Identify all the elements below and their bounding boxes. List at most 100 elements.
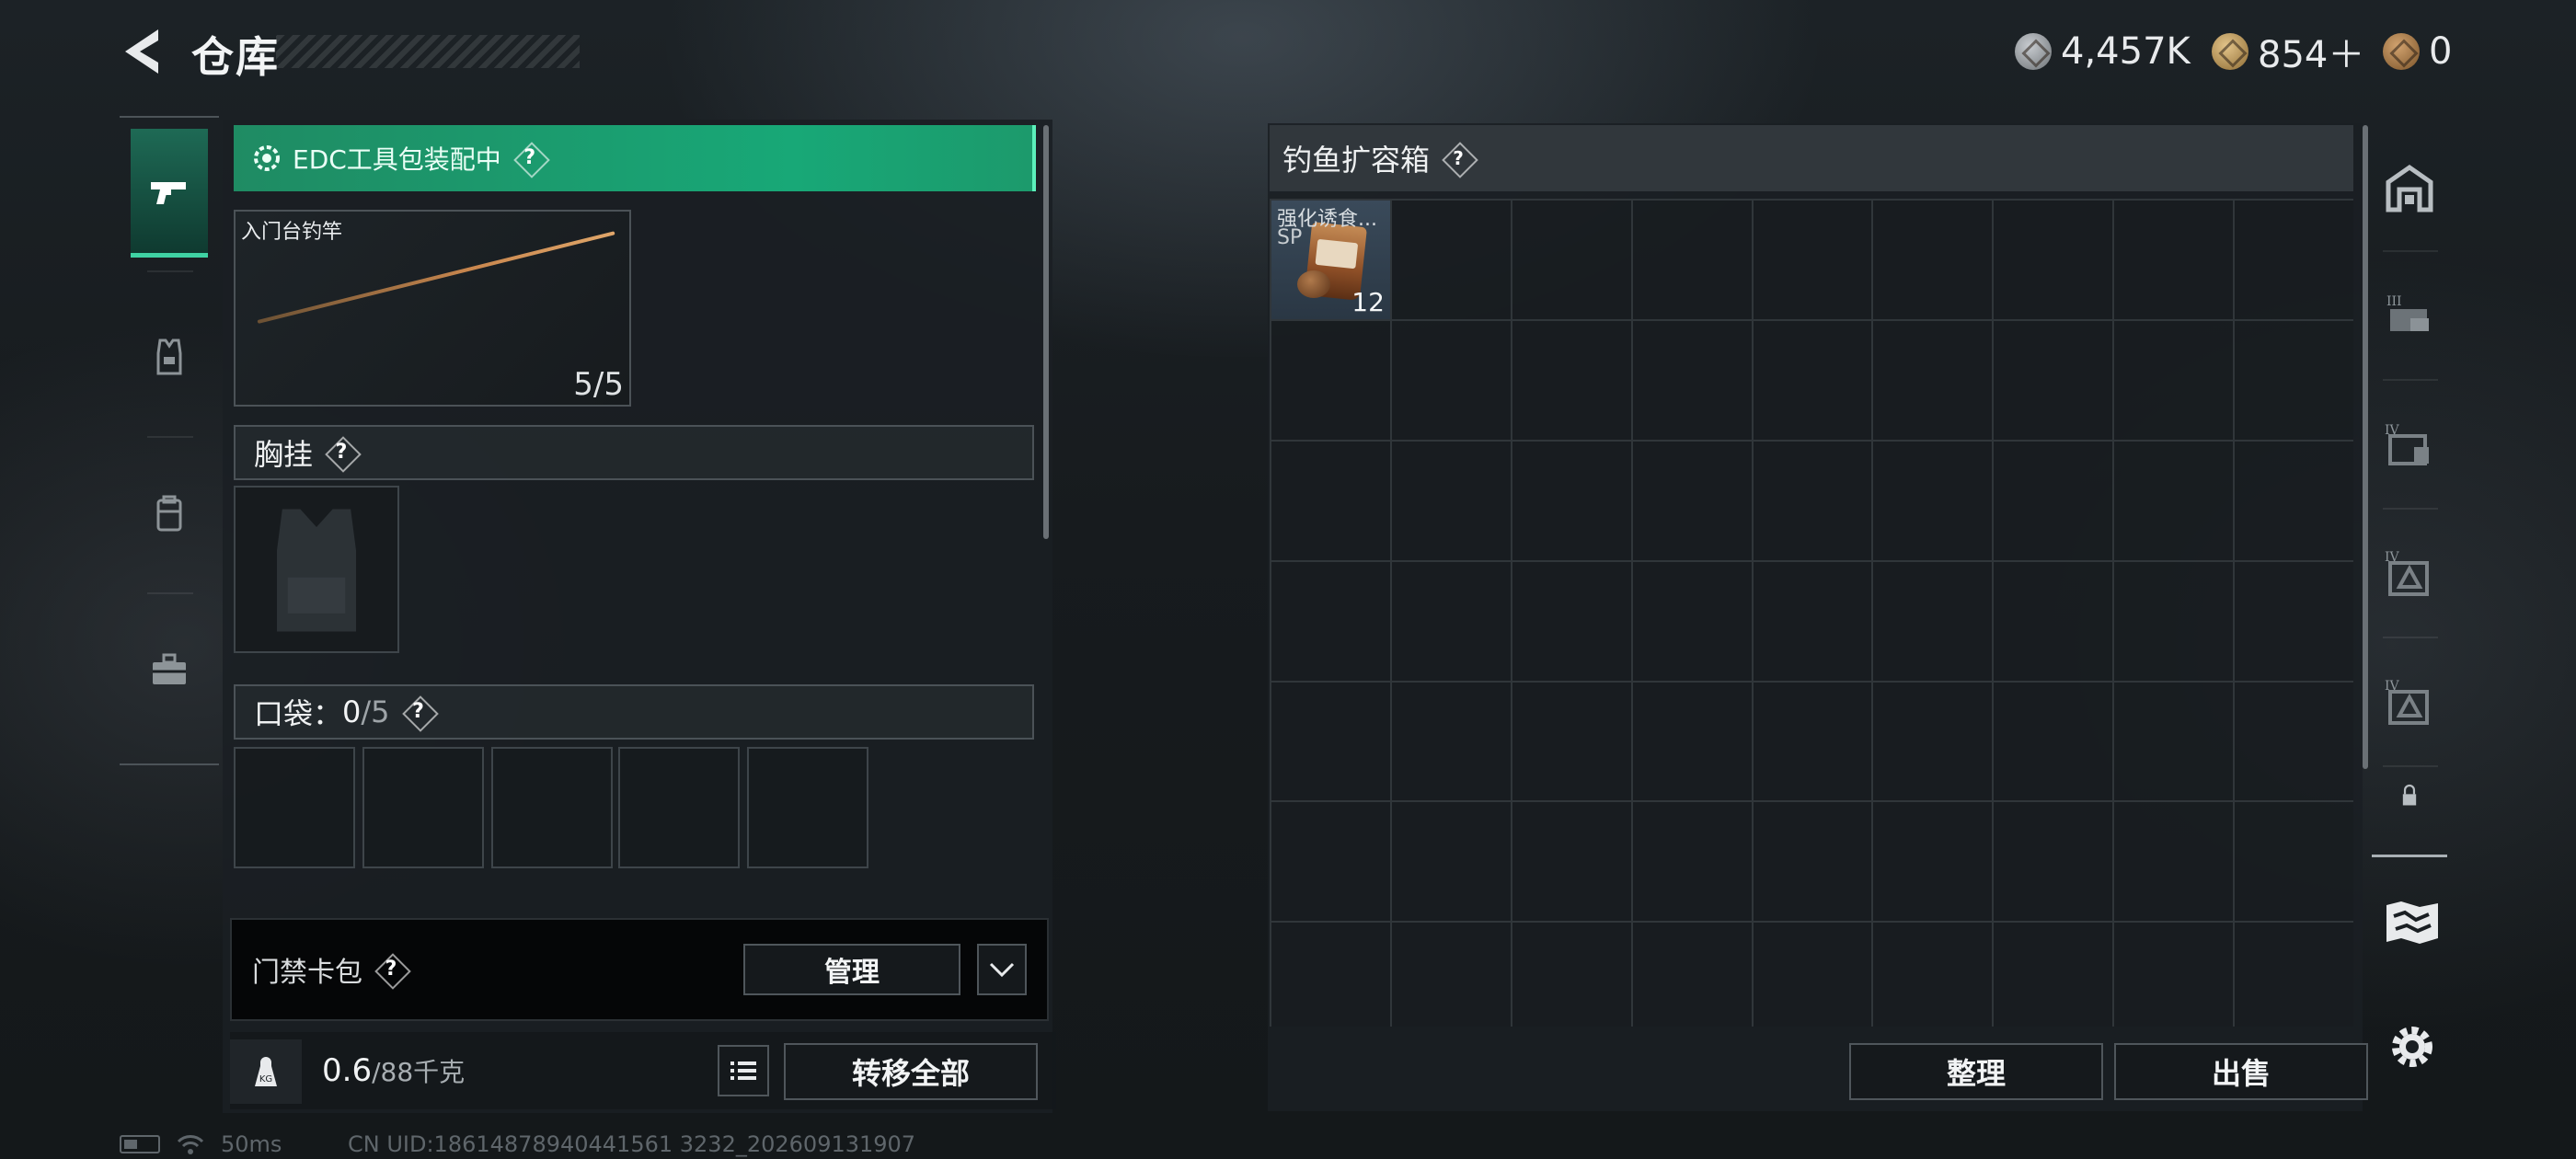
- rail-tab-container-iv-2[interactable]: IV: [2372, 515, 2447, 635]
- sell-button[interactable]: 出售: [2114, 1043, 2368, 1100]
- grid-cell[interactable]: [1391, 441, 1512, 562]
- rail-tab-weapons[interactable]: [131, 129, 208, 258]
- grid-cell[interactable]: [1271, 561, 1392, 683]
- edc-banner[interactable]: EDC工具包装配中 ?: [234, 125, 1036, 191]
- grid-cell[interactable]: [1632, 320, 1754, 442]
- chest-rig-slot[interactable]: [234, 486, 399, 653]
- grid-cell[interactable]: [2235, 320, 2353, 442]
- help-icon[interactable]: ?: [1443, 143, 1474, 174]
- grid-cell[interactable]: [1632, 561, 1754, 683]
- grid-cell[interactable]: [1512, 682, 1633, 803]
- grid-cell[interactable]: [1632, 923, 1754, 1027]
- inventory-item[interactable]: 强化诱食... SP 12: [1271, 201, 1392, 321]
- grid-cell[interactable]: [1753, 802, 1874, 924]
- weight-readout: 0.6/88千克: [322, 1052, 465, 1089]
- grid-cell[interactable]: [1873, 561, 1995, 683]
- grid-cell[interactable]: [1873, 923, 1995, 1027]
- back-arrow-icon[interactable]: [118, 26, 166, 77]
- grid-cell[interactable]: [2235, 201, 2353, 321]
- rail-tab-stash[interactable]: [2372, 129, 2447, 248]
- grid-cell[interactable]: [2235, 441, 2353, 562]
- currency-silver-value: 4,457K: [2061, 30, 2191, 73]
- svg-text:IV: IV: [2385, 679, 2400, 694]
- grid-cell[interactable]: [1994, 923, 2115, 1027]
- grid-cell[interactable]: [1271, 802, 1392, 924]
- rail-tab-toolbox[interactable]: [131, 605, 208, 734]
- grid-cell[interactable]: [1391, 201, 1512, 321]
- grid-cell[interactable]: [1753, 561, 1874, 683]
- grid-cell[interactable]: [2114, 441, 2236, 562]
- pocket-slot-5[interactable]: [747, 747, 868, 868]
- grid-cell[interactable]: [1753, 923, 1874, 1027]
- grid-cell[interactable]: [1873, 320, 1995, 442]
- sort-button[interactable]: 整理: [1849, 1043, 2103, 1100]
- grid-cell[interactable]: [1632, 441, 1754, 562]
- grid-cell[interactable]: [1391, 682, 1512, 803]
- grid-cell[interactable]: [1391, 561, 1512, 683]
- grid-cell[interactable]: [1512, 923, 1633, 1027]
- grid-cell[interactable]: [2114, 923, 2236, 1027]
- grid-cell[interactable]: [2235, 802, 2353, 924]
- grid-cell[interactable]: [1753, 201, 1874, 321]
- help-icon[interactable]: ?: [326, 437, 357, 468]
- pocket-slot-2[interactable]: [362, 747, 484, 868]
- grid-cell[interactable]: [2114, 201, 2236, 321]
- pocket-slot-4[interactable]: [618, 747, 740, 868]
- grid-cell[interactable]: [2235, 923, 2353, 1027]
- fishing-rod-slot[interactable]: 入门台钓竿 5/5: [234, 210, 631, 407]
- grid-cell[interactable]: [1271, 320, 1392, 442]
- grid-cell[interactable]: [1753, 320, 1874, 442]
- grid-cell[interactable]: [1512, 201, 1633, 321]
- grid-cell[interactable]: [2114, 802, 2236, 924]
- pocket-slot-1[interactable]: [234, 747, 355, 868]
- grid-cell[interactable]: [1632, 201, 1754, 321]
- grid-cell[interactable]: [1994, 201, 2115, 321]
- help-icon[interactable]: ?: [375, 954, 407, 985]
- help-icon[interactable]: ?: [403, 696, 434, 728]
- grid-cell[interactable]: [1512, 441, 1633, 562]
- help-icon[interactable]: ?: [514, 143, 546, 174]
- grid-cell[interactable]: [1271, 682, 1392, 803]
- grid-cell[interactable]: [1391, 320, 1512, 442]
- settings-gear-icon[interactable]: [2386, 1021, 2438, 1073]
- container-scrollbar[interactable]: [2363, 125, 2368, 769]
- rail-tab-locked[interactable]: [2372, 736, 2447, 855]
- grid-cell[interactable]: [1632, 682, 1754, 803]
- grid-cell[interactable]: [1512, 802, 1633, 924]
- rail-tab-container-iv-1[interactable]: IV: [2372, 386, 2447, 506]
- pocket-slot-3[interactable]: [491, 747, 613, 868]
- loadout-scrollbar[interactable]: [1043, 125, 1049, 539]
- grid-cell[interactable]: [1632, 802, 1754, 924]
- grid-cell[interactable]: [1994, 561, 2115, 683]
- manage-button[interactable]: 管理: [743, 944, 960, 995]
- transfer-all-button[interactable]: 转移全部: [784, 1043, 1038, 1100]
- grid-cell[interactable]: [1873, 682, 1995, 803]
- grid-cell[interactable]: [2114, 682, 2236, 803]
- grid-cell[interactable]: [2235, 682, 2353, 803]
- grid-cell[interactable]: [1994, 441, 2115, 562]
- grid-cell[interactable]: [1873, 441, 1995, 562]
- grid-cell[interactable]: [1753, 682, 1874, 803]
- grid-cell[interactable]: [1512, 561, 1633, 683]
- rail-tab-armor[interactable]: [131, 293, 208, 421]
- grid-cell[interactable]: [1271, 441, 1392, 562]
- expand-button[interactable]: [977, 944, 1027, 995]
- grid-cell[interactable]: [1994, 802, 2115, 924]
- list-view-button[interactable]: [718, 1045, 769, 1096]
- grid-cell[interactable]: [2235, 561, 2353, 683]
- grid-cell[interactable]: [1271, 923, 1392, 1027]
- grid-cell[interactable]: [2114, 561, 2236, 683]
- map-icon[interactable]: [2383, 898, 2442, 947]
- currency-gold[interactable]: 854＋: [2212, 26, 2364, 77]
- rail-tab-container-iii[interactable]: III: [2372, 258, 2447, 377]
- grid-cell[interactable]: [1753, 441, 1874, 562]
- grid-cell[interactable]: [1391, 802, 1512, 924]
- grid-cell[interactable]: [1391, 923, 1512, 1027]
- grid-cell[interactable]: [1512, 320, 1633, 442]
- rail-tab-backpack[interactable]: [131, 449, 208, 578]
- grid-cell[interactable]: [1873, 201, 1995, 321]
- grid-cell[interactable]: [1873, 802, 1995, 924]
- grid-cell[interactable]: [2114, 320, 2236, 442]
- grid-cell[interactable]: [1994, 320, 2115, 442]
- grid-cell[interactable]: [1994, 682, 2115, 803]
